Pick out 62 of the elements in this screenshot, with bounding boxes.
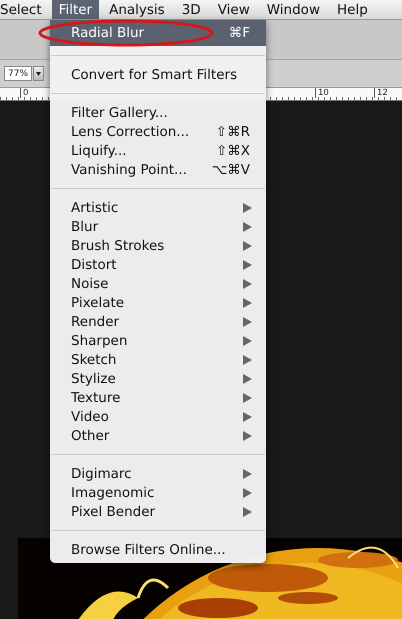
menu-item[interactable]: Stylize (50, 369, 266, 388)
item-label: Sharpen (71, 332, 128, 348)
menu-item[interactable]: Brush Strokes (50, 236, 266, 255)
menu-item[interactable]: Other (50, 426, 266, 445)
item-label: Vanishing Point... (71, 162, 188, 178)
shortcut: ⇧⌘R (216, 124, 250, 140)
menu-item[interactable]: Render (50, 312, 266, 331)
menu-title[interactable]: Filter (52, 0, 100, 19)
menu-title[interactable]: Window (260, 0, 327, 19)
item-label: Browse Filters Online... (71, 542, 227, 558)
menu-title[interactable]: View (210, 0, 257, 19)
menu-item[interactable]: Texture (50, 388, 266, 407)
item-label: Pixelate (71, 294, 126, 310)
item-label: Sketch (71, 352, 118, 368)
item-label: Render (71, 314, 120, 330)
item-label: Texture (71, 390, 122, 406)
item-label: Convert for Smart Filters (71, 66, 238, 82)
ruler-label: 0 (20, 88, 28, 98)
ruler-label: 10 (315, 88, 329, 98)
item-label: Liquify... (71, 142, 128, 158)
ruler-label: 12 (374, 88, 388, 98)
menu-item[interactable]: Filter Gallery... (50, 103, 266, 122)
item-label: Pixel Bender (71, 504, 156, 520)
item-label: Blur (71, 218, 100, 234)
item-label: Distort (71, 256, 118, 272)
item-label: Lens Correction... (71, 124, 190, 140)
menu-item[interactable]: Vanishing Point... ⌥⌘V (50, 160, 266, 179)
menu-item[interactable]: Lens Correction... ⇧⌘R (50, 122, 266, 141)
menu-item[interactable]: Sharpen (50, 331, 266, 350)
item-label: Noise (71, 276, 110, 292)
item-label: Brush Strokes (71, 238, 166, 254)
menu-item[interactable]: Blur (50, 217, 266, 236)
menu-item[interactable]: Video (50, 407, 266, 426)
menu-item[interactable]: Distort (50, 255, 266, 274)
shortcut: ⇧⌘X (216, 142, 250, 158)
menu-item[interactable]: Pixel Bender (50, 502, 266, 521)
menu-item[interactable]: Sketch (50, 350, 266, 369)
menu-title[interactable]: Help (330, 0, 375, 19)
item-label: Other (71, 428, 110, 444)
item-label: Artistic (71, 200, 120, 216)
menu-title[interactable]: Analysis (102, 0, 172, 19)
menu-item[interactable]: Noise (50, 274, 266, 293)
menu-item[interactable]: Imagenomic (50, 483, 266, 502)
item-label: Digimarc (71, 466, 133, 482)
caret-icon (36, 72, 41, 76)
shortcut: ⌥⌘V (212, 162, 250, 178)
menu-item[interactable]: Liquify... ⇧⌘X (50, 141, 266, 160)
menu-item[interactable]: Convert for Smart Filters (50, 65, 266, 84)
item-label: Filter Gallery... (71, 104, 169, 120)
item-label: Radial Blur (71, 25, 146, 41)
menu-title[interactable]: 3D (174, 0, 208, 19)
item-label: Video (71, 408, 110, 424)
menu-item[interactable]: Artistic (50, 198, 266, 217)
shortcut: ⌘F (228, 25, 250, 41)
dropdown-button[interactable] (33, 66, 44, 81)
item-label: Imagenomic (71, 484, 156, 500)
item-label: Stylize (71, 370, 117, 386)
zoom-field[interactable]: 77% (4, 66, 32, 81)
menu-title[interactable]: Select (0, 0, 49, 19)
menu-item[interactable]: Browse Filters Online... (50, 540, 266, 559)
menu-item[interactable]: Pixelate (50, 293, 266, 312)
menu-item[interactable]: Digimarc (50, 464, 266, 483)
